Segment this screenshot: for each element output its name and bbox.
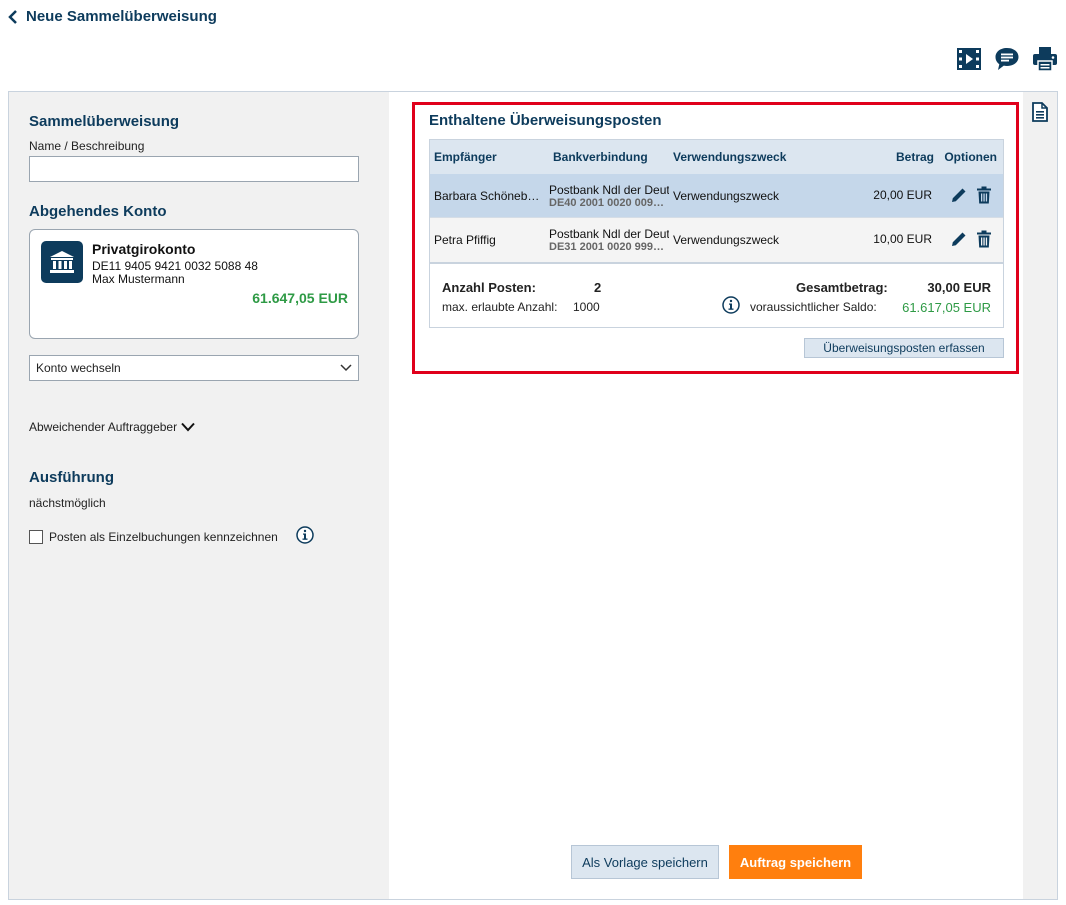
single-booking-row: Posten als Einzelbuchungen kennzeichnen <box>29 526 314 547</box>
toolbar <box>956 46 1058 77</box>
account-name: Privatgirokonto <box>92 241 196 257</box>
items-summary: Anzahl Posten: 2 max. erlaubte Anzahl: 1… <box>429 262 1004 328</box>
save-order-button[interactable]: Auftrag speichern <box>729 845 862 879</box>
col-options: Optionen <box>944 150 997 164</box>
row-recipient: Petra Pfiffig <box>434 233 496 247</box>
row-bank: Postbank Ndl der Deutsche Bank <box>549 227 669 241</box>
other-principal-toggle[interactable]: Abweichender Auftraggeber <box>29 420 195 434</box>
col-amount: Betrag <box>895 150 934 164</box>
col-bank: Bankverbindung <box>553 150 648 164</box>
section-title-account: Abgehendes Konto <box>29 203 167 220</box>
bank-icon <box>41 241 83 283</box>
total-value: 30,00 EUR <box>927 280 991 295</box>
page-title: Neue Sammelüberweisung <box>26 8 217 25</box>
account-holder: Max Mustermann <box>92 272 185 286</box>
chevron-down-icon <box>181 422 195 432</box>
section-title-transfer: Sammelüberweisung <box>29 113 180 130</box>
chat-icon[interactable] <box>994 46 1020 77</box>
col-purpose: Verwendungszweck <box>673 150 787 164</box>
execution-value: nächstmöglich <box>29 496 106 510</box>
save-template-button[interactable]: Als Vorlage speichern <box>571 845 719 879</box>
trash-icon[interactable] <box>976 186 992 207</box>
other-principal-label: Abweichender Auftraggeber <box>29 420 178 434</box>
pencil-icon[interactable] <box>950 186 968 207</box>
row-recipient: Barbara Schöneberger <box>434 189 544 203</box>
single-booking-checkbox[interactable] <box>29 529 43 544</box>
table-row[interactable]: Petra Pfiffig Postbank Ndl der Deutsche … <box>430 218 1003 262</box>
trash-icon[interactable] <box>976 230 992 251</box>
pencil-icon[interactable] <box>950 230 968 251</box>
row-iban: DE31 2001 0020 9999 9999 99 <box>549 241 669 253</box>
account-balance: 61.647,05 EUR <box>252 290 348 306</box>
count-label: Anzahl Posten: <box>442 280 536 295</box>
count-value: 2 <box>594 280 602 295</box>
right-strip <box>1023 92 1057 899</box>
row-purpose: Verwendungszweck <box>673 233 780 247</box>
row-bank: Postbank Ndl der Deutsche Bank <box>549 183 669 197</box>
row-purpose: Verwendungszweck <box>673 189 780 203</box>
left-panel: Sammelüberweisung Name / Beschreibung Ab… <box>9 92 389 899</box>
max-label: max. erlaubte Anzahl: <box>442 300 558 314</box>
chevron-down-icon <box>340 364 352 372</box>
info-icon[interactable] <box>296 526 314 547</box>
switch-account-select[interactable]: Konto wechseln <box>29 355 359 381</box>
account-card[interactable]: Privatgirokonto DE11 9405 9421 0032 5088… <box>29 229 359 339</box>
video-icon[interactable] <box>956 46 982 77</box>
info-icon[interactable] <box>722 296 740 317</box>
row-amount: 10,00 EUR <box>873 232 932 246</box>
row-options <box>950 186 992 207</box>
add-item-button[interactable]: Überweisungsposten erfassen <box>804 338 1004 358</box>
items-table: Empfänger Bankverbindung Verwendungszwec… <box>429 139 1004 262</box>
switch-account-label: Konto wechseln <box>36 361 121 375</box>
name-label: Name / Beschreibung <box>29 139 145 153</box>
print-icon[interactable] <box>1032 46 1058 77</box>
total-label: Gesamtbetrag: <box>796 280 888 295</box>
name-input[interactable] <box>29 156 359 182</box>
row-amount: 20,00 EUR <box>873 188 932 202</box>
back-link[interactable]: Neue Sammelüberweisung <box>8 8 217 25</box>
row-options <box>950 230 992 251</box>
row-iban: DE40 2001 0020 0099 9999 99 <box>549 197 669 209</box>
max-value: 1000 <box>573 300 600 314</box>
section-title-execution: Ausführung <box>29 469 114 486</box>
saldo-label: voraussichtlicher Saldo: <box>750 300 877 314</box>
single-booking-label: Posten als Einzelbuchungen kennzeichnen <box>49 529 278 544</box>
account-iban: DE11 9405 9421 0032 5088 48 <box>92 259 258 273</box>
col-recipient: Empfänger <box>434 150 497 164</box>
saldo-value: 61.617,05 EUR <box>902 300 991 315</box>
chevron-left-icon <box>8 9 17 24</box>
document-icon[interactable] <box>1032 102 1048 127</box>
table-header: Empfänger Bankverbindung Verwendungszwec… <box>430 140 1003 174</box>
table-row[interactable]: Barbara Schöneberger Postbank Ndl der De… <box>430 174 1003 218</box>
items-title: Enthaltene Überweisungsposten <box>429 112 662 129</box>
